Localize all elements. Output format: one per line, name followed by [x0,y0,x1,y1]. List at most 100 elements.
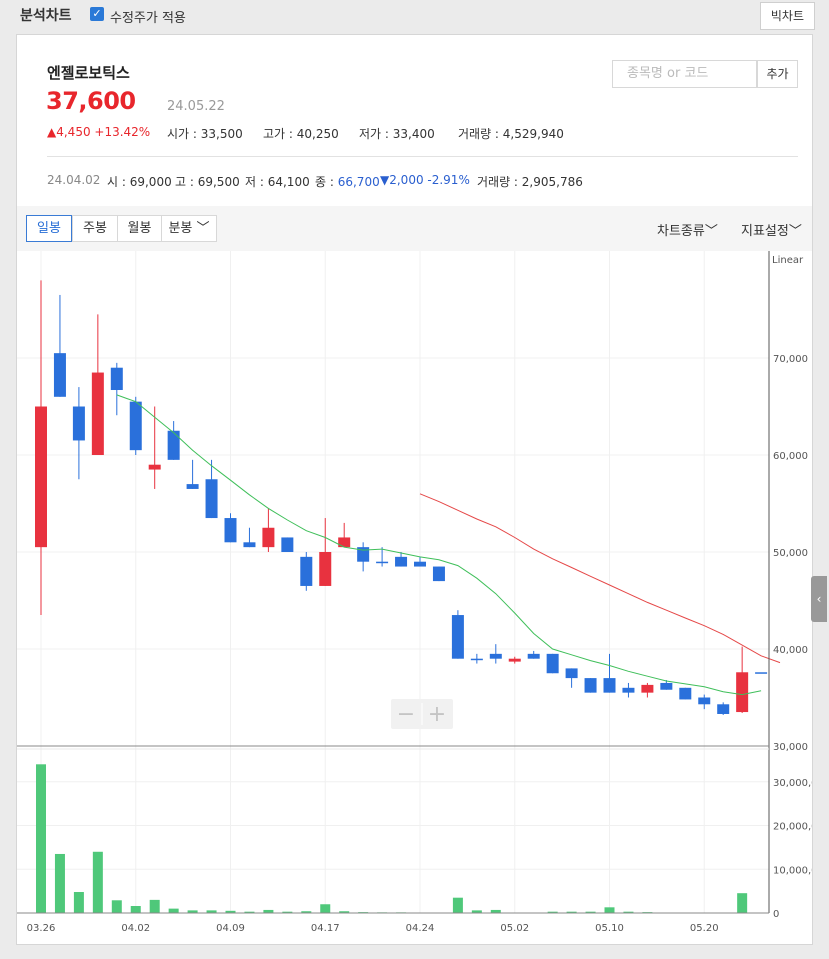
candle-body [300,556,313,586]
indicator-settings-label: 지표설정 [741,224,789,239]
price-tick-label: 70,000 [773,354,808,365]
history-high: 고 : 69,500 [175,173,240,190]
volume-tick-label: 20,000,000 [773,822,812,833]
volume-bar [452,897,463,913]
volume-bar [604,907,615,913]
chart-type-menu[interactable]: 차트종류﹀ [657,220,718,239]
candle-body [565,668,578,679]
candle-body [527,653,540,659]
volume-bar [54,853,65,913]
candle-body [186,484,199,489]
candle-body [53,353,66,397]
adjusted-price-label[interactable]: 수정주가 적용 [110,7,186,26]
price-date: 24.05.22 [167,99,225,114]
history-open-value: 69,000 [129,175,172,189]
volume-bar [168,908,179,913]
candle-body [622,687,635,693]
current-price: 37,600 [46,87,136,115]
candle-body [91,372,104,455]
date-tick-label: 05.02 [500,923,529,934]
price-tick-label: 30,000 [773,742,808,753]
tab-minute-label: 분봉 [168,221,193,236]
page-title: 분석차트 [20,8,72,24]
candle-body [262,527,275,548]
date-tick-label: 03.26 [27,923,56,934]
high-price: 고가 : 40,250 [263,125,339,142]
open-price-label: 시가 : [167,127,201,141]
zoom-out-icon[interactable]: − [397,702,415,727]
tab-daily[interactable]: 일봉 [26,215,72,242]
low-price-label: 저가 : [359,127,393,141]
price-change: ▲4,450 +13.42% [47,125,151,139]
history-close-value: 66,700 [337,175,380,189]
candle-body [698,697,711,705]
candle-body [584,678,597,693]
volume-bar [320,904,331,913]
volume-bar [36,764,46,913]
price-tick-label: 60,000 [773,451,808,462]
candle-body [660,682,673,690]
candle-body [281,537,294,552]
price-tick-label: 50,000 [773,548,808,559]
history-open: 시 : 69,000 [107,173,172,190]
candle-body [395,556,408,567]
indicator-settings-menu[interactable]: 지표설정﹀ [741,220,802,239]
big-chart-button[interactable]: 빅차트 [759,2,815,30]
trade-volume-value: 4,529,940 [502,127,564,141]
history-close: 종 : 66,700 [315,173,380,190]
tab-weekly[interactable]: 주봉 [72,215,118,242]
candle-body [376,561,389,564]
history-close-label: 종 : [315,175,338,189]
candle-body [338,537,351,548]
history-open-label: 시 : [107,175,130,189]
candle-body [603,678,616,693]
history-volume-value: 2,905,786 [521,175,583,189]
date-tick-label: 04.24 [406,923,435,934]
history-volume-label: 거래량 : [477,175,522,189]
divider [47,156,798,157]
candle-body [224,518,237,543]
candle-body [755,672,768,674]
candle-body [110,367,123,391]
history-high-label: 고 : [175,175,198,189]
side-panel-toggle-icon[interactable]: ‹ [811,576,827,622]
candles [35,280,768,715]
candle-body [319,552,332,586]
volume-bar [73,892,84,913]
volume-bar [130,906,141,913]
candle-body [470,658,483,661]
stock-search-input[interactable]: 종목명 or 코드 [612,60,757,88]
history-low-label: 저 : [245,175,268,189]
candle-body [205,479,218,519]
candle-body [717,704,730,714]
volume-tick-label: 30,000,000 [773,778,812,789]
date-tick-label: 05.10 [595,923,624,934]
candle-body [72,406,85,441]
tab-monthly[interactable]: 월봉 [117,215,162,242]
trade-volume-label: 거래량 : [458,127,503,141]
zoom-in-icon[interactable]: + [428,702,446,727]
candle-body [414,561,426,567]
price-chart[interactable]: 70,000 60,000 50,000 40,000 30,000 30,000,000… [17,251,812,944]
candle-body [546,653,559,674]
volume-bar [111,900,122,913]
stock-name: 엔젤로보틱스 [47,64,130,82]
chevron-down-icon: ﹀ [788,224,802,239]
moving-average-short-line [116,394,762,696]
candle-body [35,406,47,548]
history-volume: 거래량 : 2,905,786 [477,173,583,190]
history-low: 저 : 64,100 [245,173,310,190]
candle-body [451,615,464,659]
volume-bar [149,899,160,913]
zoom-controls: − + [391,699,453,729]
date-tick-label: 05.20 [690,923,719,934]
history-date: 24.04.02 [47,173,101,187]
tab-minute[interactable]: 분봉 ﹀ [161,215,217,242]
add-stock-button[interactable]: 추가 [757,60,798,88]
history-low-value: 64,100 [267,175,310,189]
top-bar: 분석차트 ✓ 수정주가 적용 빅차트 [0,0,829,30]
candle-body [489,653,502,659]
adjusted-price-checkbox[interactable]: ✓ [90,7,104,21]
date-tick-label: 04.02 [121,923,150,934]
high-price-label: 고가 : [263,127,297,141]
